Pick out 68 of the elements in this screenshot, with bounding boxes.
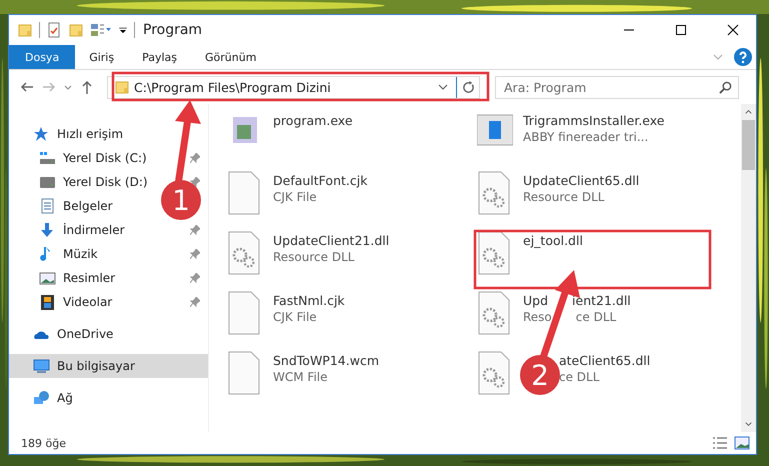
refresh-icon[interactable] <box>462 80 474 94</box>
downloads-icon <box>39 222 56 238</box>
pictures-icon <box>39 270 56 286</box>
file-type: WCM File <box>273 370 328 384</box>
network-icon <box>33 390 50 406</box>
search-field[interactable]: Ara: Program <box>495 76 739 98</box>
drive-c-icon <box>39 150 56 166</box>
pin-icon[interactable] <box>190 177 200 187</box>
scroll-thumb[interactable] <box>742 120 755 170</box>
details-view-icon[interactable] <box>712 436 728 450</box>
file-name: ateClient65.dll <box>559 353 650 368</box>
folder-icon <box>114 79 130 95</box>
file-name: ej_tool.dll <box>523 233 583 248</box>
ribbon-tab[interactable]: Dosya <box>9 45 76 69</box>
file-type: ce DLL <box>576 310 616 324</box>
properties-icon[interactable] <box>90 22 112 38</box>
ribbon-tab[interactable]: Görünüm <box>191 45 270 69</box>
close-icon[interactable] <box>727 24 739 36</box>
file-type: CJK File <box>273 190 317 204</box>
file-name: UpdateClient21.dll <box>273 233 390 248</box>
ribbon-tab[interactable]: Giriş <box>75 45 128 69</box>
pin-icon[interactable] <box>190 153 200 163</box>
pin-icon[interactable] <box>190 273 200 283</box>
sidebar-item[interactable]: Hızlı erişim <box>9 122 132 146</box>
scroll-down-icon[interactable] <box>744 420 753 429</box>
documents-icon <box>39 198 56 214</box>
item-count: 189 öğe <box>21 436 67 450</box>
sidebar-item[interactable]: Videolar <box>9 290 208 314</box>
star-icon <box>33 126 50 142</box>
file-name: SndToWP14.wcm <box>273 353 379 368</box>
computer-icon <box>33 358 50 374</box>
pin-icon[interactable] <box>190 297 200 307</box>
file-type: ce DLL <box>559 370 600 384</box>
checklist-icon[interactable] <box>46 22 62 38</box>
file-name: DefaultFont.cjk <box>273 173 368 188</box>
sidebar-item[interactable]: Ağ <box>9 386 81 410</box>
file-type: Resource DLL <box>273 250 354 264</box>
help-icon[interactable] <box>734 48 752 66</box>
step-badge: 1 <box>161 180 201 220</box>
file-name: FastNml.cjk <box>273 293 345 308</box>
sidebar-item[interactable]: Yerel Disk (C:) <box>9 146 208 170</box>
sidebar-item[interactable]: Müzik <box>9 242 208 266</box>
file-type: CJK File <box>273 310 317 324</box>
videos-icon <box>39 294 56 310</box>
window-title: Program <box>143 22 204 38</box>
file-type: Reso <box>523 310 552 324</box>
tiles-view-icon[interactable] <box>734 436 750 450</box>
maximize-icon[interactable] <box>675 24 687 36</box>
sidebar-item[interactable]: Bu bilgisayar <box>9 354 208 378</box>
file-type: Resource DLL <box>523 190 604 204</box>
sidebar-item[interactable]: Resimler <box>9 266 208 290</box>
file-name: program.exe <box>273 113 353 128</box>
pin-icon[interactable] <box>190 225 200 235</box>
scroll-up-icon[interactable] <box>744 107 753 116</box>
file-name: ient21.dll <box>572 293 631 308</box>
address-bar[interactable]: C:\Program Files\Program Dizini <box>107 76 480 98</box>
sidebar-item[interactable]: OneDrive <box>9 322 122 346</box>
search-icon[interactable] <box>719 80 732 94</box>
sidebar-item[interactable]: Belgeler <box>9 194 121 218</box>
file-name: Upd <box>523 293 548 308</box>
step-badge: 2 <box>520 355 560 395</box>
ribbon-tab[interactable]: Paylaş <box>128 45 191 69</box>
sidebar-item[interactable]: İndirmeler <box>9 218 208 242</box>
file-name: UpdateClient65.dll <box>523 173 640 188</box>
caret-icon[interactable] <box>438 82 448 92</box>
pin-icon[interactable] <box>190 249 200 259</box>
file-type: ABBY finereader tri... <box>523 130 648 144</box>
file-name: TrigrammsInstaller.exe <box>523 113 664 128</box>
